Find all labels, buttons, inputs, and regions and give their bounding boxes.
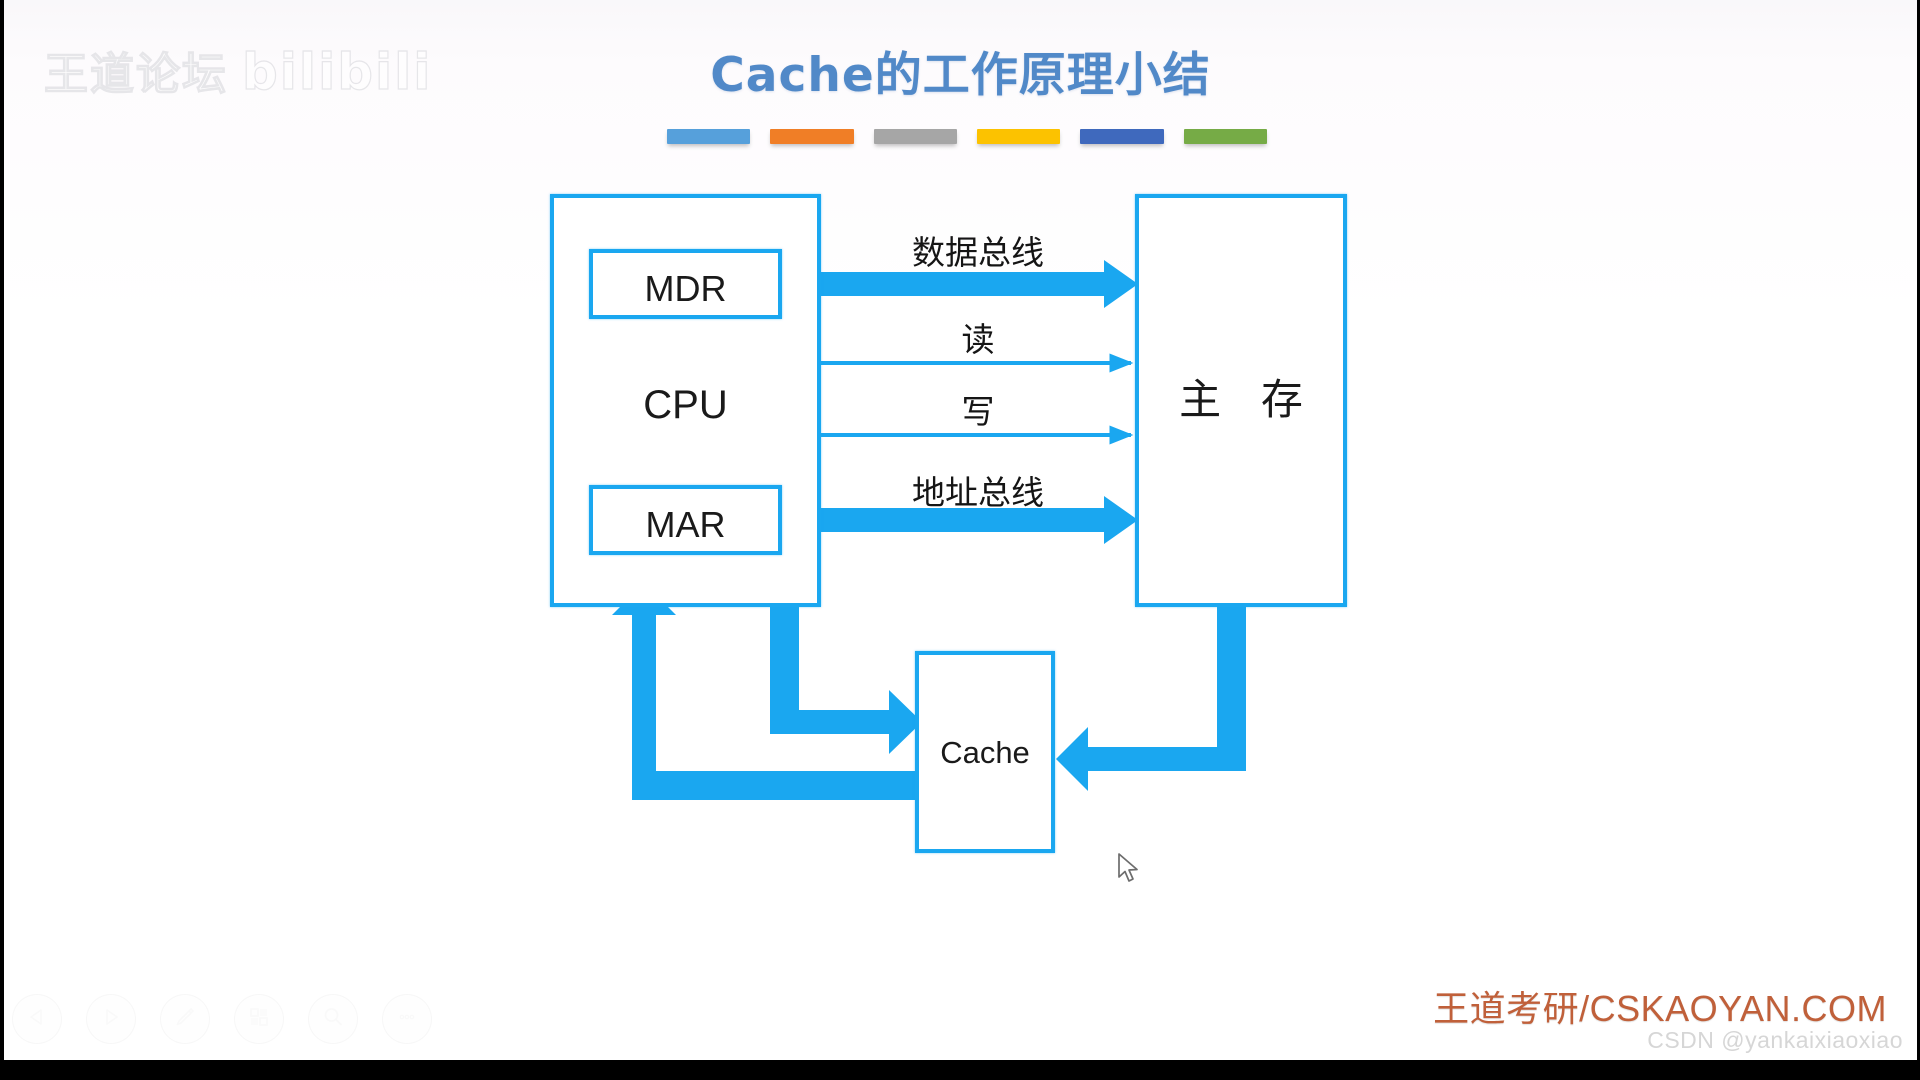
memory-to-cache-arrow [1056, 607, 1246, 791]
accent-bar-row [667, 129, 1267, 147]
main-memory-box: 主 存 [1135, 194, 1347, 607]
annotate-button[interactable] [160, 994, 210, 1044]
mouse-cursor [1116, 852, 1142, 886]
brand-text: 王道考研/CSKAOYAN.COM [1433, 988, 1887, 1029]
page-title-en: Cache [710, 48, 875, 103]
mar-label: MAR [645, 504, 726, 545]
accent-bar-1 [667, 129, 751, 144]
screen: 王道论坛bilibili Cache的工作原理小结 .thickfill { f… [0, 0, 1920, 1080]
cpu-to-cache-arrow [770, 607, 922, 754]
read-line-label: 读 [961, 321, 995, 358]
player-toolbar [12, 994, 432, 1044]
previous-slide-button[interactable] [12, 994, 62, 1044]
ellipsis-icon [395, 1005, 419, 1034]
cache-label: Cache [940, 735, 1030, 770]
page-title-zh: 的工作原理小结 [874, 48, 1211, 101]
accent-bar-4 [976, 129, 1061, 144]
search-icon [321, 1005, 345, 1034]
mar-box: MAR [589, 485, 782, 555]
cache-box: Cache [915, 651, 1055, 853]
mdr-label: MDR [644, 268, 727, 309]
cache-to-cpu-arrow [612, 583, 915, 800]
search-button[interactable] [308, 994, 358, 1044]
main-memory-label: 主 存 [1179, 376, 1317, 423]
data-bus-label: 数据总线 [912, 234, 1044, 271]
csdn-watermark: CSDN @yankaixiaoxiao [1647, 1027, 1903, 1053]
layout-button[interactable] [234, 994, 284, 1044]
grid-icon [247, 1005, 271, 1034]
pen-icon [173, 1005, 197, 1034]
address-bus-label: 地址总线 [912, 474, 1044, 511]
accent-bar-6 [1183, 129, 1267, 144]
accent-bar-2 [770, 129, 854, 144]
triangle-right-icon [100, 1006, 122, 1033]
slide-canvas: 王道论坛bilibili Cache的工作原理小结 .thickfill { f… [4, 0, 1917, 1060]
accent-bar-3 [873, 129, 957, 144]
accent-bar-5 [1080, 129, 1164, 144]
page-title: Cache的工作原理小结 [4, 36, 1917, 105]
next-slide-button[interactable] [86, 994, 136, 1044]
more-button[interactable] [382, 994, 432, 1044]
mdr-box: MDR [589, 249, 782, 319]
triangle-left-icon [26, 1006, 48, 1033]
cpu-label: CPU [643, 383, 728, 427]
diagram-connectors: .thickfill { fill: #1aa7f0; } .thinstrok… [612, 260, 1246, 800]
write-line-label: 写 [961, 393, 995, 430]
